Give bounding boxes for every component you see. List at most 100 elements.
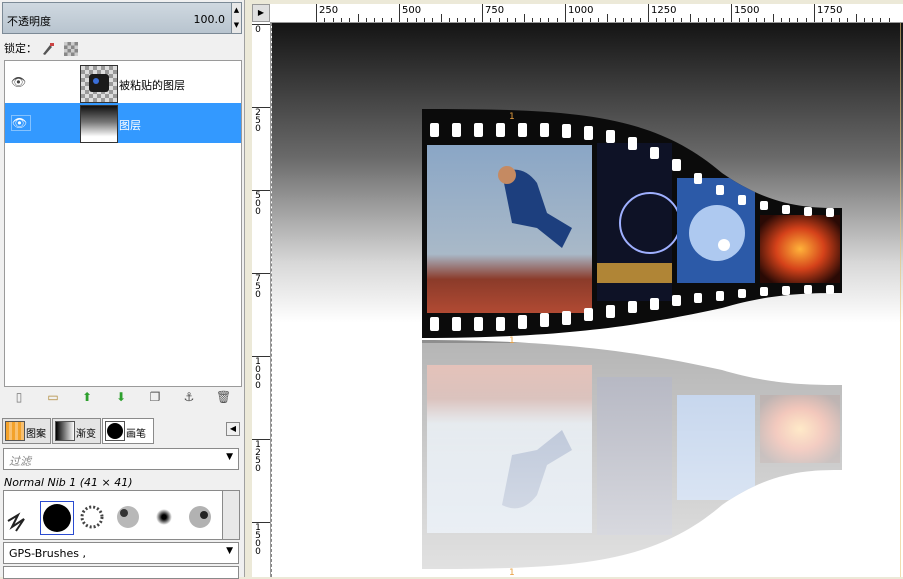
ruler-minor-tick (374, 18, 376, 22)
ruler-minor-tick (357, 14, 359, 22)
ruler-minor-tick (789, 18, 791, 22)
trash-icon[interactable]: 🗑 (216, 390, 231, 404)
ruler-label: 1250 (255, 440, 261, 474)
lock-paint-icon[interactable] (41, 42, 55, 56)
ruler-minor-tick (822, 18, 824, 22)
ruler-minor-tick (515, 18, 517, 22)
ruler-minor-tick (739, 18, 741, 22)
svg-text:1: 1 (509, 568, 515, 577)
ruler-label: 750 (485, 5, 505, 16)
image-canvas[interactable]: 1 1 1 (271, 23, 903, 577)
brush-tag-combo[interactable]: GPS-Brushes , ▼ (3, 542, 239, 564)
brush-item[interactable] (148, 501, 180, 533)
opacity-spinner[interactable]: ▲ ▼ (231, 2, 242, 34)
raise-layer-icon[interactable]: ⬆ (80, 390, 94, 404)
eye-icon[interactable]: 👁 (11, 115, 31, 131)
layer-group-icon[interactable]: ▭ (46, 390, 60, 404)
ruler-tick (814, 4, 815, 22)
tab-patterns[interactable]: 图案 (2, 418, 51, 444)
brush-filter-combo[interactable]: 过滤 ▼ (3, 448, 239, 470)
layer-thumbnail (80, 65, 118, 103)
tab-brushes-label: 画笔 (126, 429, 146, 440)
tag-value: GPS-Brushes , (9, 547, 86, 560)
ruler-minor-tick (506, 18, 508, 22)
ruler-label: 1000 (255, 357, 261, 391)
brush-item[interactable] (184, 501, 216, 533)
gradient-swatch-icon (55, 421, 75, 441)
ruler-minor-tick (656, 18, 658, 22)
ruler-minor-tick (747, 18, 749, 22)
anchor-icon[interactable]: ⚓ (182, 390, 196, 404)
ruler-tick (648, 4, 649, 22)
ruler-minor-tick (448, 18, 450, 22)
ruler-minor-tick (465, 18, 467, 22)
ruler-corner-menu[interactable]: ▶ (252, 4, 270, 22)
brush-grid (3, 490, 223, 540)
tab-menu-icon[interactable]: ◀ (226, 422, 240, 436)
layer-row[interactable]: 👁 被粘贴的图层 (5, 63, 241, 103)
pattern-swatch-icon (5, 421, 25, 441)
layer-row-selected[interactable]: 👁 图层 (5, 103, 241, 143)
horizontal-ruler: 250 500 750 1000 1250 1500 1750 (270, 4, 903, 23)
ruler-tick (316, 4, 317, 22)
ruler-tick (482, 4, 483, 22)
brush-item[interactable] (112, 501, 144, 533)
ruler-minor-tick (365, 18, 367, 22)
duplicate-layer-icon[interactable]: ❐ (148, 390, 162, 404)
chevron-down-icon: ▼ (226, 452, 233, 462)
ruler-label: 1250 (651, 5, 677, 16)
opacity-slider[interactable]: 不透明度 100.0 (2, 2, 232, 34)
brush-item[interactable] (76, 501, 108, 533)
ruler-label: 0 (255, 25, 261, 35)
ruler-minor-tick (764, 18, 766, 22)
ruler-minor-tick (863, 18, 865, 22)
ruler-minor-tick (880, 18, 882, 22)
ruler-minor-tick (706, 18, 708, 22)
brush-spacing-field[interactable] (3, 566, 239, 579)
brush-grid-scrollbar[interactable] (222, 490, 240, 540)
ruler-minor-tick (473, 18, 475, 22)
ruler-minor-tick (722, 18, 724, 22)
vertical-ruler: 0 250 500 750 1000 1250 1500 (252, 22, 271, 577)
ruler-minor-tick (672, 18, 674, 22)
ruler-label: 250 (255, 108, 261, 134)
ruler-minor-tick (847, 18, 849, 22)
ruler-minor-tick (490, 18, 492, 22)
ruler-minor-tick (415, 18, 417, 22)
layers-dock: 不透明度 100.0 ▲ ▼ 锁定： 👁 被粘贴的图层 👁 图层 ▯ ▭ ⬆ ⬇ … (0, 0, 245, 579)
ruler-tick (399, 4, 400, 22)
ruler-minor-tick (780, 18, 782, 22)
ruler-label: 1000 (568, 5, 594, 16)
brush-swatch-icon (105, 421, 125, 441)
ruler-minor-tick (573, 18, 575, 22)
ruler-minor-tick (349, 18, 351, 22)
tab-brushes[interactable]: 画笔 (102, 418, 154, 444)
ruler-label: 500 (255, 191, 261, 217)
lock-alpha-icon[interactable] (64, 42, 78, 56)
brush-name: Normal Nib 1 (41 × 41) (4, 476, 133, 489)
ruler-minor-tick (581, 18, 583, 22)
ruler-minor-tick (457, 18, 459, 22)
eye-icon[interactable]: 👁 (11, 75, 29, 89)
ruler-minor-tick (888, 18, 890, 22)
ruler-minor-tick (324, 18, 326, 22)
ruler-minor-tick (631, 18, 633, 22)
ruler-minor-tick (531, 18, 533, 22)
layer-thumbnail (80, 105, 118, 143)
ruler-label: 1750 (817, 5, 843, 16)
opacity-label: 不透明度 (7, 15, 51, 28)
brush-item[interactable] (6, 501, 38, 533)
ruler-minor-tick (432, 18, 434, 22)
layers-list: 👁 被粘贴的图层 👁 图层 (4, 60, 242, 387)
lower-layer-icon[interactable]: ⬇ (114, 390, 128, 404)
new-layer-icon[interactable]: ▯ (12, 390, 26, 404)
ruler-minor-tick (697, 18, 699, 22)
ruler-minor-tick (855, 14, 857, 22)
chevron-down-icon: ▼ (226, 546, 233, 556)
ruler-minor-tick (639, 18, 641, 22)
tab-gradients[interactable]: 渐变 (52, 418, 101, 444)
ruler-tick (731, 4, 732, 22)
ruler-minor-tick (681, 18, 683, 22)
ruler-minor-tick (556, 18, 558, 22)
brush-item-selected[interactable] (40, 501, 74, 535)
